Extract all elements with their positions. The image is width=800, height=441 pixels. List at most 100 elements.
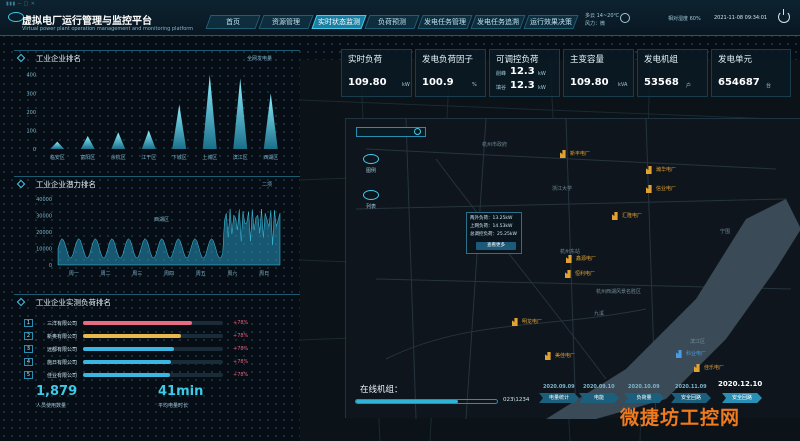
kpi-load-factor: 发电负荷因子 100.9 % — [415, 49, 486, 97]
timeline-step[interactable]: 电能 — [579, 393, 619, 403]
rank-number: 2 — [24, 332, 33, 340]
map-detail — [355, 118, 800, 420]
ranking-row: 5 佳业有限公司 +78% — [24, 370, 274, 380]
nav-forecast[interactable]: 负荷预测 — [364, 15, 420, 29]
x-tick-label: 下城区 — [172, 154, 187, 161]
rank-percent: +78% — [233, 346, 249, 352]
timeline-step[interactable]: 电量统计 — [539, 393, 579, 403]
ranking-row: 2 新奥有限公司 +78% — [24, 331, 274, 341]
plant-label: 汇隆电厂 — [622, 213, 643, 219]
plant-label: 新丰电厂 — [570, 151, 591, 157]
map-tool-label: 图例 — [365, 168, 376, 174]
panel-title: 工业企业潜力排名 — [36, 179, 96, 189]
x-tick-label: 西湖区 — [263, 154, 278, 161]
rank-bar-track — [83, 321, 223, 325]
bar — [172, 104, 187, 149]
users-label: 人员使用数量 — [36, 403, 67, 409]
legend-icon — [363, 154, 379, 164]
nav-decision[interactable]: 运行效果决策 — [523, 15, 579, 29]
chart-legend: 全网发电量 — [246, 55, 272, 62]
company-name: 远都有限公司 — [47, 346, 78, 353]
x-tick-label: 余杭区 — [111, 154, 126, 161]
company-name: 三洋有限公司 — [47, 320, 78, 327]
y-tick-label: 0 — [33, 147, 36, 153]
company-name: 施日有限公司 — [47, 359, 78, 366]
view-more-button[interactable]: 查看更多 — [476, 242, 516, 250]
panel-title: 工业企业排名 — [36, 53, 81, 63]
map-legend-button[interactable]: 图例 — [357, 150, 385, 180]
kpi-label: 发电负荷因子 — [422, 55, 474, 65]
nav-task-trace[interactable]: 发电任务追溯 — [470, 15, 526, 29]
kpi-unit: kW — [402, 82, 410, 88]
kpi-generation-units: 发电单元 654687 台 — [711, 49, 791, 97]
kpi-label: 主变容量 — [570, 55, 605, 65]
rank-bar-track — [83, 360, 223, 364]
map-list-button[interactable]: 列表 — [357, 186, 385, 216]
bar — [111, 132, 126, 149]
time-value: 41min — [158, 384, 204, 399]
timeline-date: 2020.11.09 — [675, 384, 707, 390]
y-tick-label: 400 — [26, 73, 36, 79]
kpi-label: 可调控负荷 — [496, 55, 539, 65]
ranking-row: 3 远都有限公司 +78% — [24, 344, 274, 354]
company-name: 新奥有限公司 — [47, 333, 78, 340]
map-place-label: 杭州西湖风景名胜区 — [596, 289, 642, 295]
ranking-row: 1 三洋有限公司 +78% — [24, 318, 274, 328]
nav-resource[interactable]: 资源管理 — [258, 15, 314, 29]
peak-unit: kW — [538, 71, 546, 77]
users-value: 1,879 — [36, 384, 78, 399]
rank-percent: +78% — [233, 359, 249, 365]
y-tick-label: 30000 — [36, 214, 52, 220]
rank-number: 3 — [24, 345, 33, 353]
main-nav: 首页 资源管理 实时状态监测 负荷预测 发电任务管理 发电任务追溯 运行效果决策 — [205, 15, 579, 29]
map-place-label: 浙江大学 — [552, 186, 573, 192]
time-label: 平均电量时长 — [158, 403, 189, 409]
plant-label: 恒利电厂 — [575, 271, 596, 277]
bar — [263, 93, 278, 149]
kpi-label: 实时负荷 — [348, 55, 383, 65]
popup-line: 总调控负荷：25.25kW — [470, 232, 517, 237]
kpi-unit: 台 — [766, 83, 772, 89]
y-tick-label: 100 — [26, 128, 36, 134]
rank-number: 4 — [24, 358, 33, 366]
y-tick-label: 200 — [26, 110, 36, 116]
diamond-icon — [16, 179, 26, 189]
enterprise-ranking-panel: 工业企业排名 全网发电量 0 100 200 300 400 临安区 富阳区 余杭区 江干区 下城… — [14, 50, 300, 162]
map-frame[interactable] — [345, 118, 800, 420]
x-tick-label: 周五 — [196, 271, 206, 277]
x-tick-label: 周一 — [69, 271, 79, 277]
weather-info: 多云 14~20℃ 风力：微 — [585, 12, 619, 28]
watermark-text: 微捷坊工控网 — [620, 407, 741, 429]
app-title: 虚拟电厂运行管理与监控平台 — [22, 16, 152, 27]
map-place-label: 杭州东站 — [560, 249, 581, 255]
nav-task-manage[interactable]: 发电任务管理 — [417, 15, 473, 29]
window-strip: ▮▮▮ ─ □ ✕ — [6, 1, 36, 7]
rank-percent: +78% — [233, 372, 249, 378]
kpi-realtime-load: 实时负荷 109.80 kW — [341, 49, 412, 97]
timeline-step[interactable]: 安全回路 — [722, 393, 762, 403]
rank-bar-fill — [83, 321, 193, 325]
valley-label: 填谷 — [496, 85, 507, 91]
company-name: 佳业有限公司 — [47, 372, 78, 379]
x-tick-label: 富阳区 — [80, 154, 95, 161]
kpi-unit: % — [472, 82, 477, 88]
timeline-date: 2020.09.10 — [583, 384, 615, 390]
nav-realtime[interactable]: 实时状态监测 — [311, 15, 367, 29]
search-icon[interactable] — [414, 128, 421, 135]
kpi-transformer-capacity: 主变容量 109.80 kVA — [563, 49, 634, 97]
weather-temp: 多云 14~20℃ — [585, 13, 620, 19]
bar — [50, 141, 65, 149]
timeline-step[interactable]: 安全回路 — [671, 393, 711, 403]
valley-value: 12.3 — [510, 80, 535, 91]
y-tick-label: 20000 — [36, 230, 52, 236]
kpi-generator-units: 发电机组 53568 户 — [637, 49, 708, 97]
power-icon[interactable] — [778, 9, 790, 23]
rank-bar-track — [83, 347, 223, 351]
panel-header: 工业企业实测负荷排名 — [14, 295, 300, 309]
kpi-value: 100.9 — [422, 77, 454, 88]
x-tick-label: 周二 — [101, 271, 111, 277]
timeline-step[interactable]: 负荷量 — [624, 393, 664, 403]
online-unit-id: 023\1234 — [503, 397, 530, 403]
nav-home[interactable]: 首页 — [205, 15, 261, 29]
y-tick-label: 40000 — [36, 197, 52, 203]
